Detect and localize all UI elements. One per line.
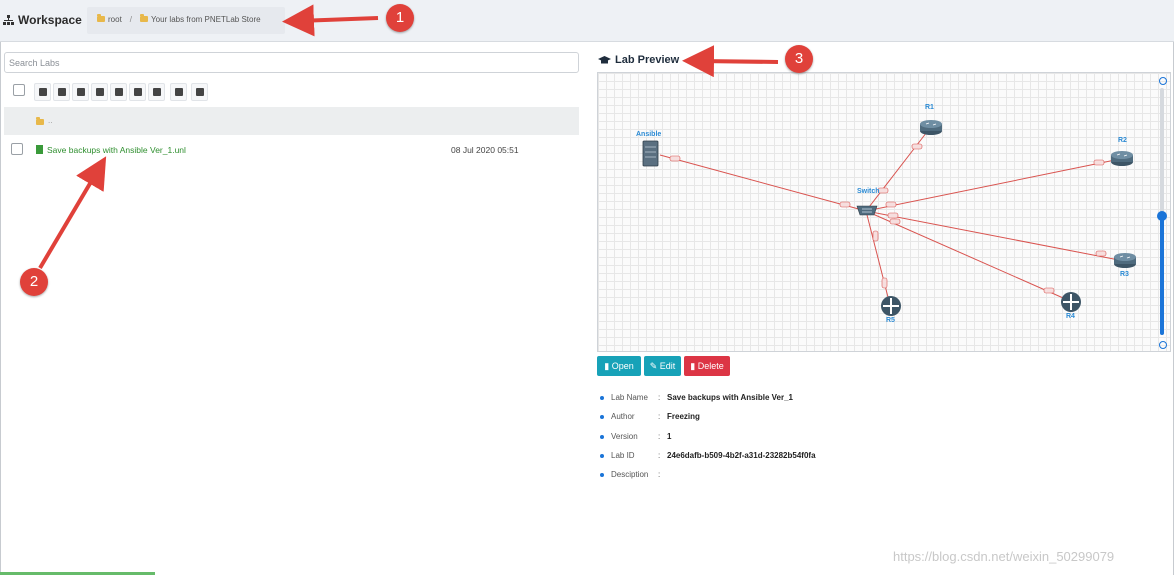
edit-icon: ✎: [649, 361, 660, 371]
folder-icon: [36, 117, 44, 125]
parent-folder-row[interactable]: ..: [4, 107, 579, 135]
search-labs-input[interactable]: [4, 52, 579, 73]
topology-canvas[interactable]: Ansible R1 R2 Switch R3 R4 R5: [597, 72, 1171, 352]
trash-icon: [115, 88, 123, 96]
delete-lab-button[interactable]: ▮ Delete: [684, 356, 730, 376]
lab-file-icon: [36, 145, 43, 154]
zoom-slider-handle[interactable]: [1157, 211, 1167, 221]
refresh-button[interactable]: [191, 83, 208, 101]
zoom-slider-fill: [1160, 216, 1164, 335]
server-icon[interactable]: [642, 140, 659, 167]
switch-icon[interactable]: [856, 205, 878, 216]
node-label-r1: R1: [925, 104, 934, 111]
bullet-icon: [600, 415, 604, 419]
topology-svg: [642, 120, 1136, 316]
node-label-switch: Switch: [857, 188, 880, 195]
link-switch-r3: [865, 210, 1125, 262]
arrow-2: [38, 156, 107, 270]
export-button[interactable]: [129, 83, 146, 101]
node-label-r3: R3: [1120, 271, 1129, 278]
interface-tag: [881, 277, 888, 289]
juniper-router-icon[interactable]: [881, 296, 901, 316]
bullet-icon: [600, 454, 604, 458]
delete-button[interactable]: [110, 83, 127, 101]
link-switch-r5: [865, 210, 891, 306]
annotation-badge-2: 2: [20, 268, 48, 296]
link-ansible-switch: [659, 154, 867, 212]
router-icon[interactable]: [920, 120, 942, 135]
interface-tag: [885, 201, 897, 208]
folder-open-icon: ▮: [604, 361, 612, 371]
zoom-in-icon[interactable]: [1159, 77, 1167, 85]
breadcrumb-store[interactable]: Your labs from PNETLab Store: [151, 15, 261, 24]
graduation-cap-icon: [598, 56, 611, 64]
bullet-icon: [600, 435, 604, 439]
open-lab-button[interactable]: ▮ Open: [597, 356, 641, 376]
interface-tag: [887, 212, 899, 219]
folder-icon: [140, 14, 149, 22]
move-button[interactable]: [91, 83, 108, 101]
select-all-checkbox[interactable]: [13, 84, 25, 96]
stop-icon: [175, 88, 183, 96]
move-icon: [96, 88, 104, 96]
interface-tag: [889, 218, 901, 225]
juniper-router-icon[interactable]: [1061, 292, 1081, 312]
breadcrumb-root[interactable]: root: [108, 15, 122, 24]
interface-tag: [1095, 250, 1107, 257]
breadcrumb-separator: /: [129, 15, 133, 24]
interface-tag: [839, 201, 851, 208]
open-folder-button[interactable]: [34, 83, 51, 101]
folder-icon: [97, 14, 105, 22]
lab-date: 08 Jul 2020 05:51: [451, 145, 519, 155]
router-icon[interactable]: [1114, 253, 1136, 268]
node-label-r5: R5: [886, 317, 895, 324]
refresh-icon: [196, 88, 204, 96]
annotation-badge-3: 3: [785, 45, 813, 73]
breadcrumb: root / Your labs from PNETLab Store: [87, 7, 285, 34]
workspace-title: Workspace: [18, 13, 82, 27]
sitemap-icon: [3, 15, 14, 25]
interface-tag: [1043, 287, 1055, 294]
trash-icon: ▮: [690, 361, 698, 371]
upload-icon: [153, 88, 161, 96]
node-label-r4: R4: [1066, 313, 1075, 320]
interface-tag: [1093, 159, 1105, 166]
file-icon: [58, 88, 66, 96]
annotation-badge-1: 1: [386, 4, 414, 32]
folder-open-icon: [39, 88, 47, 96]
node-label-ansible: Ansible: [636, 131, 662, 138]
link-switch-r1: [865, 127, 931, 212]
pencil-icon: [77, 88, 85, 96]
bullet-icon: [600, 473, 604, 477]
zoom-out-icon[interactable]: [1159, 341, 1167, 349]
rename-button[interactable]: [72, 83, 89, 101]
arrow-3: [682, 45, 779, 78]
node-label-r2: R2: [1118, 137, 1127, 144]
link-switch-r4: [865, 210, 1071, 302]
lab-checkbox[interactable]: [11, 143, 23, 155]
router-icon[interactable]: [1111, 151, 1133, 166]
interface-tag: [872, 230, 879, 242]
download-icon: [134, 88, 142, 96]
link-switch-r2: [865, 158, 1121, 212]
lab-name-link[interactable]: Save backups with Ansible Ver_1.unl: [47, 145, 186, 155]
header-bar: Workspace root / Your labs from PNETLab St…: [0, 0, 1174, 42]
import-button[interactable]: [148, 83, 165, 101]
watermark: https://blog.csdn.net/weixin_50299079: [893, 549, 1115, 564]
lab-row[interactable]: Save backups with Ansible Ver_1.unl 08 J…: [4, 140, 579, 160]
left-border: [0, 42, 1, 575]
stop-button[interactable]: [170, 83, 187, 101]
interface-tag: [669, 155, 681, 162]
new-lab-button[interactable]: [53, 83, 70, 101]
edit-lab-button[interactable]: ✎ Edit: [644, 356, 681, 376]
bullet-icon: [600, 396, 604, 400]
interface-tags: [669, 143, 1107, 294]
interface-tag: [911, 143, 923, 150]
parent-folder-label: ..: [48, 116, 53, 125]
lab-preview-title: Lab Preview: [615, 54, 680, 66]
